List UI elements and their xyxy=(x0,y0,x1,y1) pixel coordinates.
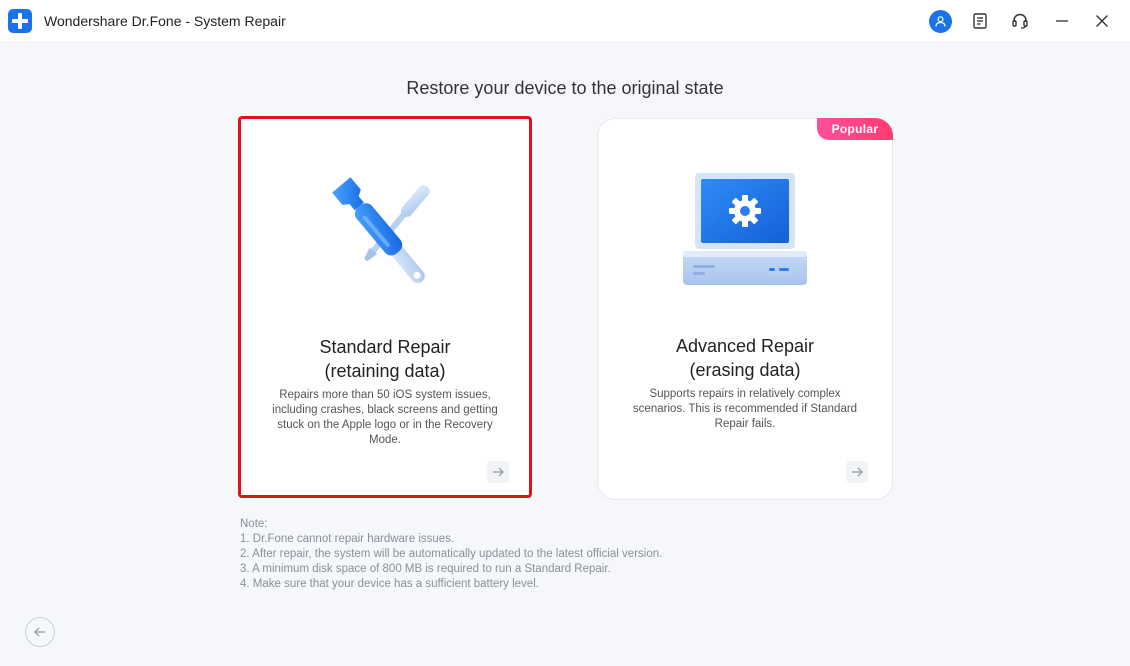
close-icon xyxy=(1096,15,1108,27)
note-item: 1. Dr.Fone cannot repair hardware issues… xyxy=(240,533,455,545)
minimize-icon xyxy=(1056,20,1068,22)
back-button[interactable] xyxy=(25,617,55,647)
wrench-screwdriver-icon xyxy=(332,177,430,284)
standard-repair-arrow-button[interactable] xyxy=(487,461,509,483)
user-account-icon xyxy=(928,9,952,33)
close-button[interactable] xyxy=(1090,9,1114,33)
minimize-button[interactable] xyxy=(1050,9,1074,33)
standard-repair-title-line1: Standard Repair xyxy=(319,337,451,357)
app-logo-icon xyxy=(8,9,32,33)
arrow-left-icon xyxy=(34,627,45,637)
window-title: Wondershare Dr.Fone - System Repair xyxy=(44,13,286,29)
note-item: 4. Make sure that your device has a suff… xyxy=(240,578,539,590)
advanced-repair-card[interactable]: Popular Advanced Repair (erasing data) S… xyxy=(597,118,893,500)
standard-repair-title-line2: (retaining data) xyxy=(324,361,446,381)
advanced-repair-title-line1: Advanced Repair xyxy=(675,336,815,356)
notes-icon xyxy=(973,13,987,29)
notes-button[interactable] xyxy=(968,9,992,33)
advanced-repair-description: Supports repairs in relatively complex s… xyxy=(632,388,858,430)
standard-repair-description: Repairs more than 50 iOS system issues, … xyxy=(272,389,498,446)
note-item: 3. A minimum disk space of 800 MB is req… xyxy=(240,563,611,575)
arrow-right-icon xyxy=(493,467,504,477)
user-account-button[interactable] xyxy=(928,9,952,33)
support-button[interactable] xyxy=(1008,9,1032,33)
popular-badge: Popular xyxy=(817,118,893,140)
standard-repair-title: Standard Repair (retaining data) xyxy=(241,335,529,383)
headset-support-icon xyxy=(1012,13,1028,29)
computer-gear-icon xyxy=(683,173,807,285)
note-item: 2. After repair, the system will be auto… xyxy=(240,548,663,560)
page-heading: Restore your device to the original stat… xyxy=(406,78,724,98)
notes-label: Note: xyxy=(240,518,268,530)
arrow-right-icon xyxy=(852,467,863,477)
advanced-repair-title-line2: (erasing data) xyxy=(689,360,801,380)
title-bar: Wondershare Dr.Fone - System Repair xyxy=(0,0,1130,43)
standard-repair-card[interactable]: Standard Repair (retaining data) Repairs… xyxy=(238,116,532,498)
notes-section: Note: 1. Dr.Fone cannot repair hardware … xyxy=(240,517,662,592)
advanced-repair-arrow-button[interactable] xyxy=(846,461,868,483)
app-window: Wondershare Dr.Fone - System Repair Rest… xyxy=(0,0,1130,666)
advanced-repair-title: Advanced Repair (erasing data) xyxy=(598,334,892,382)
